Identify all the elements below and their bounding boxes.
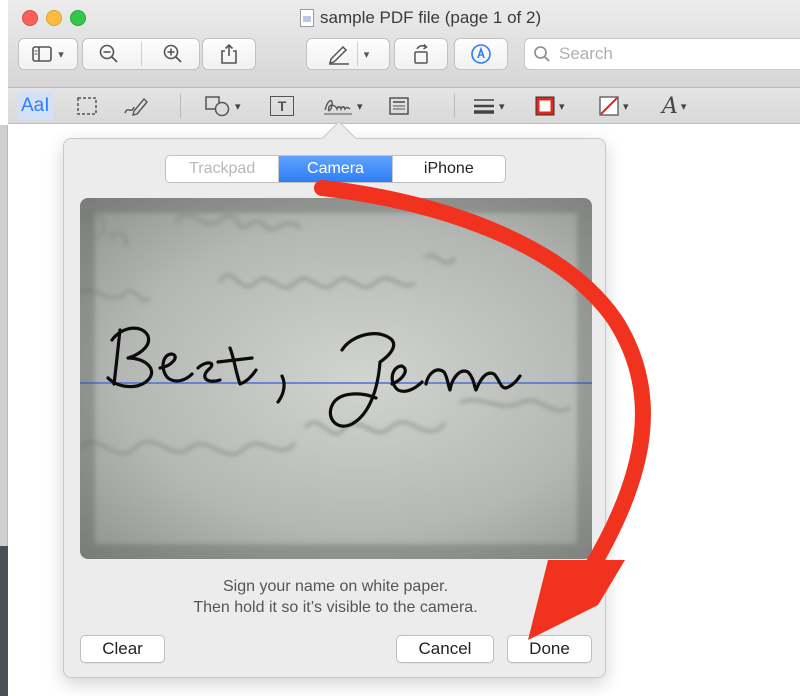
zoom-button-group <box>82 38 200 70</box>
window-title-text: sample PDF file (page 1 of 2) <box>320 8 542 27</box>
note-tool[interactable] <box>388 92 410 120</box>
font-icon: A <box>662 93 678 119</box>
done-button[interactable]: Done <box>507 635 592 663</box>
chevron-down-icon: ▾ <box>58 48 64 61</box>
fill-color-icon <box>599 96 619 116</box>
signature-tool[interactable]: ▾ <box>322 92 363 120</box>
instructions-line-1: Sign your name on white paper. <box>222 578 449 595</box>
chevron-down-icon: ▾ <box>235 100 241 113</box>
zoom-out-button[interactable] <box>83 43 135 65</box>
annotate-button[interactable] <box>454 38 508 70</box>
chevron-down-icon: ▾ <box>357 100 363 113</box>
text-selection-label: AaI <box>21 95 50 116</box>
fill-color-picker[interactable]: ▾ <box>598 92 629 120</box>
text-box-icon: T <box>270 96 294 116</box>
signature-popover: Trackpad Camera iPhone Sign your name on… <box>63 138 606 678</box>
cancel-button[interactable]: Cancel <box>396 635 494 663</box>
desktop-area <box>0 546 8 696</box>
share-icon <box>221 43 237 64</box>
font-style-picker[interactable]: A ▾ <box>662 92 686 120</box>
toolbar-divider <box>454 94 455 118</box>
chevron-down-icon: ▾ <box>680 100 687 113</box>
sketch-icon <box>124 97 148 116</box>
toolbar-divider <box>356 42 358 66</box>
markup-pen-button[interactable]: ▾ <box>306 38 390 70</box>
rotate-icon <box>414 43 428 64</box>
sketch-tool[interactable] <box>122 92 150 120</box>
toolbar-divider <box>140 42 142 66</box>
text-box-tool[interactable]: T <box>270 92 294 120</box>
window-title: sample PDF file (page 1 of 2) <box>300 8 541 28</box>
sidebar-view-button[interactable]: ▾ <box>18 38 78 70</box>
zoom-in-button[interactable] <box>147 43 199 65</box>
chevron-down-icon: ▾ <box>559 100 565 113</box>
captured-signature <box>106 326 522 428</box>
markup-toolbar: AaI ▾ T ▾ ▾ ▾ ▾ A ▾ <box>8 88 800 124</box>
search-icon <box>534 46 550 62</box>
background-window-edge <box>0 125 8 696</box>
pen-markup-icon <box>328 45 349 65</box>
camera-feed-image <box>80 198 592 559</box>
text-selection-tool[interactable]: AaI <box>18 92 53 120</box>
border-color-icon <box>535 96 555 116</box>
traffic-lights <box>22 10 86 26</box>
search-field[interactable]: Search <box>524 38 800 70</box>
instructions-line-2: Then hold it so it’s visible to the came… <box>193 599 478 616</box>
signature-source-tabs: Trackpad Camera iPhone <box>165 155 506 183</box>
select-rect-icon <box>77 97 97 115</box>
zoom-out-icon <box>99 44 118 63</box>
minimize-window-button[interactable] <box>46 10 62 26</box>
camera-instructions: Sign your name on white paper. Then hold… <box>64 576 607 618</box>
zoom-window-button[interactable] <box>70 10 86 26</box>
chevron-down-icon: ▾ <box>623 100 629 113</box>
close-window-button[interactable] <box>22 10 38 26</box>
chevron-down-icon: ▾ <box>363 48 370 61</box>
annotate-icon <box>471 44 491 64</box>
rotate-button[interactable] <box>394 38 448 70</box>
clear-button[interactable]: Clear <box>80 635 165 663</box>
share-button[interactable] <box>202 38 256 70</box>
window-titlebar: sample PDF file (page 1 of 2) ▾ ▾ Search <box>8 0 800 88</box>
chevron-down-icon: ▾ <box>499 100 505 113</box>
signature-icon <box>324 99 352 115</box>
tab-camera[interactable]: Camera <box>279 156 393 182</box>
sidebar-icon <box>32 46 53 62</box>
line-style-picker[interactable]: ▾ <box>472 92 505 120</box>
search-placeholder: Search <box>559 44 613 63</box>
line-style-icon <box>474 99 494 114</box>
tab-iphone[interactable]: iPhone <box>393 156 505 182</box>
rectangular-selection-tool[interactable] <box>76 92 98 120</box>
shapes-icon <box>205 96 230 117</box>
toolbar-divider <box>180 94 181 118</box>
tab-trackpad[interactable]: Trackpad <box>166 156 280 182</box>
document-icon <box>300 9 314 27</box>
camera-preview <box>80 198 592 559</box>
shapes-tool[interactable]: ▾ <box>204 92 241 120</box>
border-color-picker[interactable]: ▾ <box>534 92 565 120</box>
note-icon <box>389 97 409 115</box>
zoom-in-icon <box>163 44 182 63</box>
